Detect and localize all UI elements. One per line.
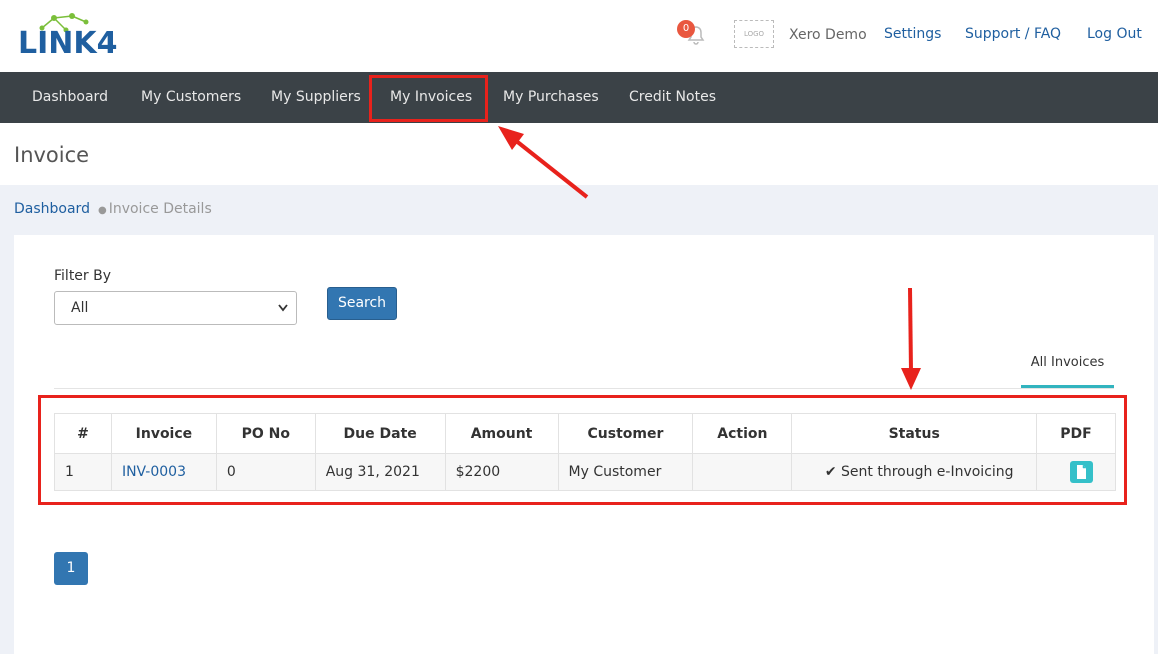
nav-item-credit-notes[interactable]: Credit Notes [629, 72, 716, 123]
company-name[interactable]: Xero Demo [789, 27, 867, 43]
tab-all-invoices[interactable]: All Invoices [1021, 346, 1114, 388]
nav-item-dashboard[interactable]: Dashboard [32, 72, 108, 123]
filter-selected-value: All [71, 300, 89, 316]
page-title: Invoice [14, 143, 90, 167]
logout-link[interactable]: Log Out [1087, 26, 1142, 42]
pagination-page-button[interactable]: 1 [54, 552, 88, 585]
nav-highlight-box [369, 75, 488, 122]
table-highlight-box [38, 395, 1127, 505]
breadcrumb-dashboard-link[interactable]: Dashboard [14, 201, 90, 217]
breadcrumb: Dashboard ● Invoice Details [14, 201, 212, 217]
link4-logo[interactable]: LINK4 [14, 8, 118, 64]
title-bar: Invoice [0, 123, 1158, 185]
filter-label: Filter By [54, 268, 112, 284]
support-faq-link[interactable]: Support / FAQ [965, 26, 1061, 42]
chevron-down-icon [278, 292, 288, 338]
settings-link[interactable]: Settings [884, 26, 941, 42]
main-nav: Dashboard My Customers My Suppliers My I… [0, 72, 1158, 123]
filter-select[interactable]: All [54, 291, 297, 325]
tab-divider [54, 388, 1114, 389]
breadcrumb-separator: ● [97, 205, 107, 216]
logo-text: LINK4 [18, 26, 118, 61]
notification-badge[interactable]: 0 [677, 20, 695, 38]
nav-item-my-suppliers[interactable]: My Suppliers [271, 72, 361, 123]
search-button[interactable]: Search [327, 287, 397, 320]
company-logo-placeholder: LOGO [734, 20, 774, 48]
top-header: LINK4 0 LOGO Xero Demo Settings Support … [0, 0, 1158, 72]
nav-item-my-purchases[interactable]: My Purchases [503, 72, 599, 123]
nav-item-my-customers[interactable]: My Customers [141, 72, 241, 123]
breadcrumb-current: Invoice Details [108, 201, 212, 217]
